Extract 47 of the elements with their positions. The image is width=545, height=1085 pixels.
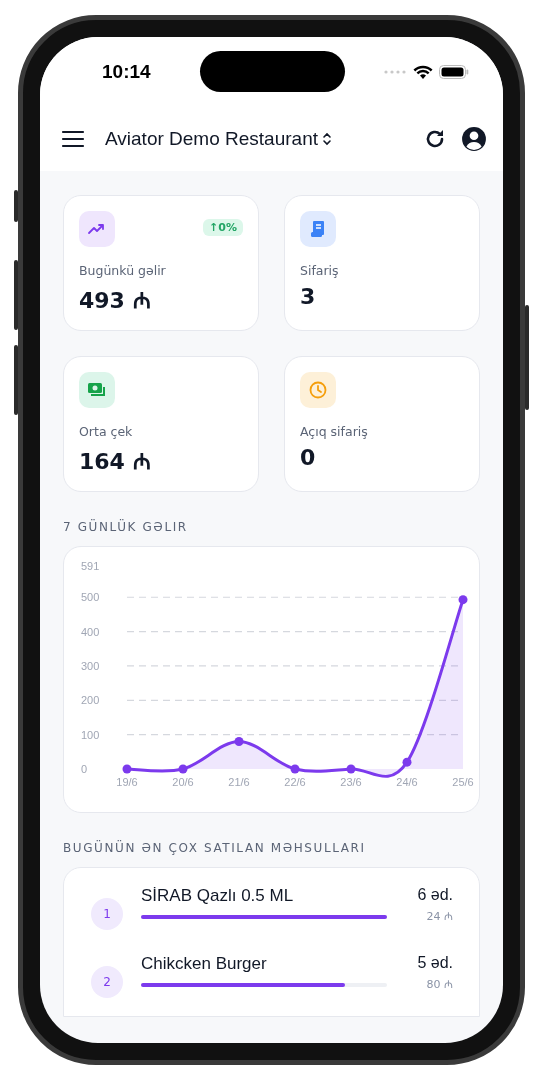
section-title: 7 GÜNLÜK GƏLIR bbox=[63, 520, 189, 534]
battery-icon bbox=[439, 65, 469, 79]
product-name: SİRAB Qazlı 0.5 ML bbox=[141, 886, 295, 906]
product-amount: 24 ₼ bbox=[426, 909, 453, 923]
data-point bbox=[290, 764, 300, 774]
stat-label: Sifariş bbox=[300, 263, 340, 278]
y-tick-label: 591 bbox=[81, 560, 100, 572]
chevron-updown-icon bbox=[322, 131, 332, 147]
clock-icon bbox=[308, 380, 328, 400]
x-tick-label: 20/6 bbox=[172, 776, 194, 788]
change-badge: ↑0% bbox=[203, 219, 243, 236]
x-tick-label: 24/6 bbox=[396, 776, 418, 788]
status-time: 10:14 bbox=[102, 61, 151, 83]
x-tick-label: 22/6 bbox=[284, 776, 306, 788]
profile-icon[interactable] bbox=[461, 126, 487, 152]
signal-icon bbox=[383, 70, 407, 74]
x-tick-label: 19/6 bbox=[116, 776, 138, 788]
stat-value: 0 bbox=[300, 445, 317, 470]
y-tick-label: 100 bbox=[81, 728, 100, 741]
y-tick-label: 500 bbox=[81, 591, 100, 604]
x-tick-label: 25/6 bbox=[452, 776, 474, 788]
product-amount: 80 ₼ bbox=[426, 977, 453, 991]
product-quantity: 6 əd. bbox=[417, 886, 453, 904]
product-quantity: 5 əd. bbox=[417, 954, 453, 972]
product-name: Chikcken Burger bbox=[141, 954, 268, 974]
y-tick-label: 0 bbox=[81, 763, 88, 775]
data-point bbox=[122, 764, 132, 774]
stat-label: Bugünkü gəlir bbox=[79, 263, 167, 278]
stat-value: 164 ₼ bbox=[79, 448, 152, 475]
stat-label: Orta çek bbox=[79, 424, 134, 439]
y-tick-label: 200 bbox=[81, 694, 100, 707]
x-tick-label: 21/6 bbox=[228, 776, 250, 788]
data-point bbox=[402, 757, 412, 767]
wifi-icon bbox=[413, 64, 433, 80]
rank-badge: 1 bbox=[91, 898, 123, 930]
data-point bbox=[178, 764, 188, 774]
x-tick-label: 23/6 bbox=[340, 776, 362, 788]
rank-badge: 2 bbox=[91, 966, 123, 998]
stat-value: 493 ₼ bbox=[79, 287, 152, 314]
data-point bbox=[346, 764, 356, 774]
data-point bbox=[458, 595, 468, 605]
data-point bbox=[234, 737, 244, 746]
stat-label: Açıq sifariş bbox=[300, 424, 369, 439]
stat-value: 3 bbox=[300, 284, 317, 309]
section-title: BUGÜNÜN ƏN ÇOX SATILAN MƏHSULLARI bbox=[63, 841, 367, 855]
y-tick-label: 300 bbox=[81, 659, 100, 672]
y-tick-label: 400 bbox=[81, 625, 100, 638]
